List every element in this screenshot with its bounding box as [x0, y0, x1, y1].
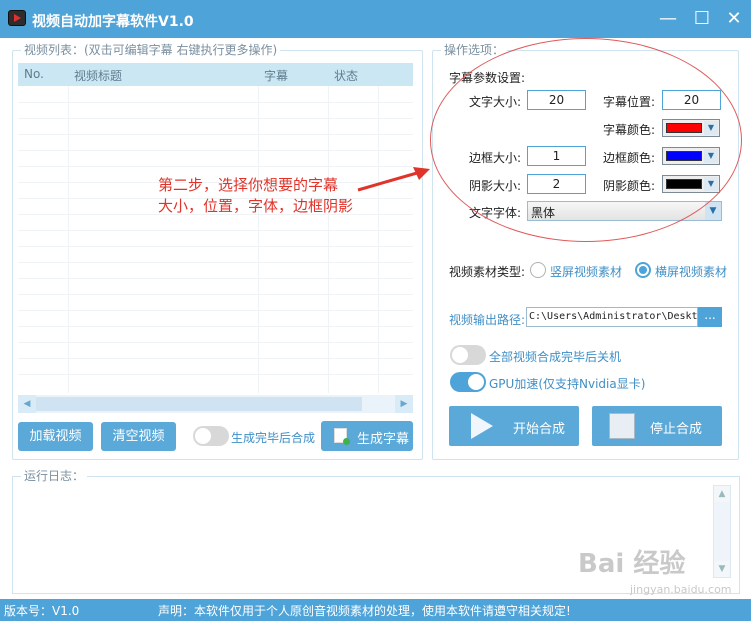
log-vertical-scrollbar[interactable]: ▲ ▼: [713, 485, 731, 578]
scroll-left-icon[interactable]: ◀: [18, 395, 36, 413]
load-video-button[interactable]: 加载视频: [18, 422, 93, 451]
row-divider: [18, 358, 413, 359]
row-divider: [18, 118, 413, 119]
clear-video-button[interactable]: 清空视频: [101, 422, 176, 451]
material-type-label: 视频素材类型:: [449, 265, 526, 279]
vertical-material-radio[interactable]: [530, 262, 546, 278]
row-divider: [18, 166, 413, 167]
start-merge-button[interactable]: 开始合成: [449, 406, 579, 446]
column-subtitle[interactable]: 字幕: [264, 67, 288, 84]
horizontal-scrollbar[interactable]: ◀ ▶: [18, 395, 413, 413]
stop-merge-button[interactable]: 停止合成: [592, 406, 722, 446]
stop-merge-label: 停止合成: [650, 422, 703, 437]
notice-label: 声明：本软件仅用于个人原创音视频素材的处理，使用本软件请遵守相关规定!: [158, 604, 571, 618]
annotation-line-2: 大小，位置，字体，边框阴影: [158, 197, 354, 215]
stop-icon: [609, 413, 635, 439]
maximize-button[interactable]: ☐: [690, 7, 714, 31]
row-divider: [18, 374, 413, 375]
auto-merge-toggle[interactable]: [193, 426, 229, 446]
row-divider: [18, 262, 413, 263]
shutdown-toggle[interactable]: [450, 345, 486, 365]
watermark-url: jingyan.baidu.com: [630, 583, 732, 596]
gpu-label: GPU加速(仅支持Nvidia显卡): [489, 377, 646, 391]
scroll-down-icon[interactable]: ▼: [714, 561, 730, 577]
highlight-ellipse: [430, 38, 742, 242]
browse-button[interactable]: ...: [698, 307, 722, 327]
row-divider: [18, 246, 413, 247]
vertical-material-label[interactable]: 竖屏视频素材: [550, 263, 622, 280]
title-bar: 视频自动加字幕软件V1.0 — ☐ ✕: [0, 0, 751, 38]
table-header: No. 视频标题 字幕 状态: [18, 63, 413, 86]
auto-merge-label: 生成完毕后合成: [231, 431, 316, 445]
row-divider: [18, 278, 413, 279]
column-divider: [68, 86, 69, 393]
video-list-legend: 视频列表：(双击可编辑字幕 右键执行更多操作): [21, 43, 281, 57]
toggle-knob: [468, 374, 484, 390]
gpu-toggle[interactable]: [450, 372, 486, 392]
column-divider: [258, 86, 259, 393]
output-path-label: 视频输出路径:: [449, 313, 526, 327]
annotation-arrow-icon: [357, 167, 430, 192]
app-icon: [8, 10, 26, 26]
row-divider: [18, 150, 413, 151]
instruction-annotation: 第二步，选择你想要的字幕 大小，位置，字体，边框阴影: [158, 175, 353, 217]
log-legend: 运行日志：: [21, 469, 88, 483]
generate-subtitle-label: 生成字幕: [357, 432, 410, 447]
horizontal-material-radio[interactable]: [635, 262, 651, 278]
row-divider: [18, 342, 413, 343]
scroll-right-icon[interactable]: ▶: [395, 395, 413, 413]
version-label: 版本号：V1.0: [4, 604, 80, 618]
row-divider: [18, 310, 413, 311]
column-title[interactable]: 视频标题: [74, 67, 122, 84]
chevron-down-icon: ▼: [705, 202, 721, 220]
watermark-logo: Bai 经验: [578, 549, 686, 579]
column-divider: [328, 86, 329, 393]
horizontal-material-label[interactable]: 横屏视频素材: [655, 263, 727, 280]
window-title: 视频自动加字幕软件V1.0: [32, 14, 194, 30]
row-divider: [18, 326, 413, 327]
toggle-knob: [452, 347, 468, 363]
output-path-input[interactable]: C:\Users\Administrator\Deskt: [526, 307, 698, 327]
annotation-line-1: 第二步，选择你想要的字幕: [158, 176, 339, 194]
row-divider: [18, 294, 413, 295]
generate-subtitle-button[interactable]: 生成字幕: [321, 421, 413, 451]
minimize-button[interactable]: —: [656, 7, 680, 31]
plus-badge-icon: [343, 438, 350, 445]
video-table[interactable]: No. 视频标题 字幕 状态: [18, 63, 413, 393]
row-divider: [18, 102, 413, 103]
play-icon: [471, 413, 493, 439]
row-divider: [18, 230, 413, 231]
shutdown-label: 全部视频合成完毕后关机: [489, 350, 622, 364]
start-merge-label: 开始合成: [513, 422, 566, 437]
scroll-up-icon[interactable]: ▲: [714, 486, 730, 502]
toggle-knob: [195, 428, 211, 444]
close-button[interactable]: ✕: [722, 7, 746, 31]
column-no[interactable]: No.: [24, 67, 44, 81]
row-divider: [18, 134, 413, 135]
scroll-thumb[interactable]: [36, 397, 362, 411]
column-status[interactable]: 状态: [334, 67, 358, 84]
column-divider: [378, 86, 379, 393]
status-bar: 版本号：V1.0 声明：本软件仅用于个人原创音视频素材的处理，使用本软件请遵守相…: [0, 599, 751, 621]
